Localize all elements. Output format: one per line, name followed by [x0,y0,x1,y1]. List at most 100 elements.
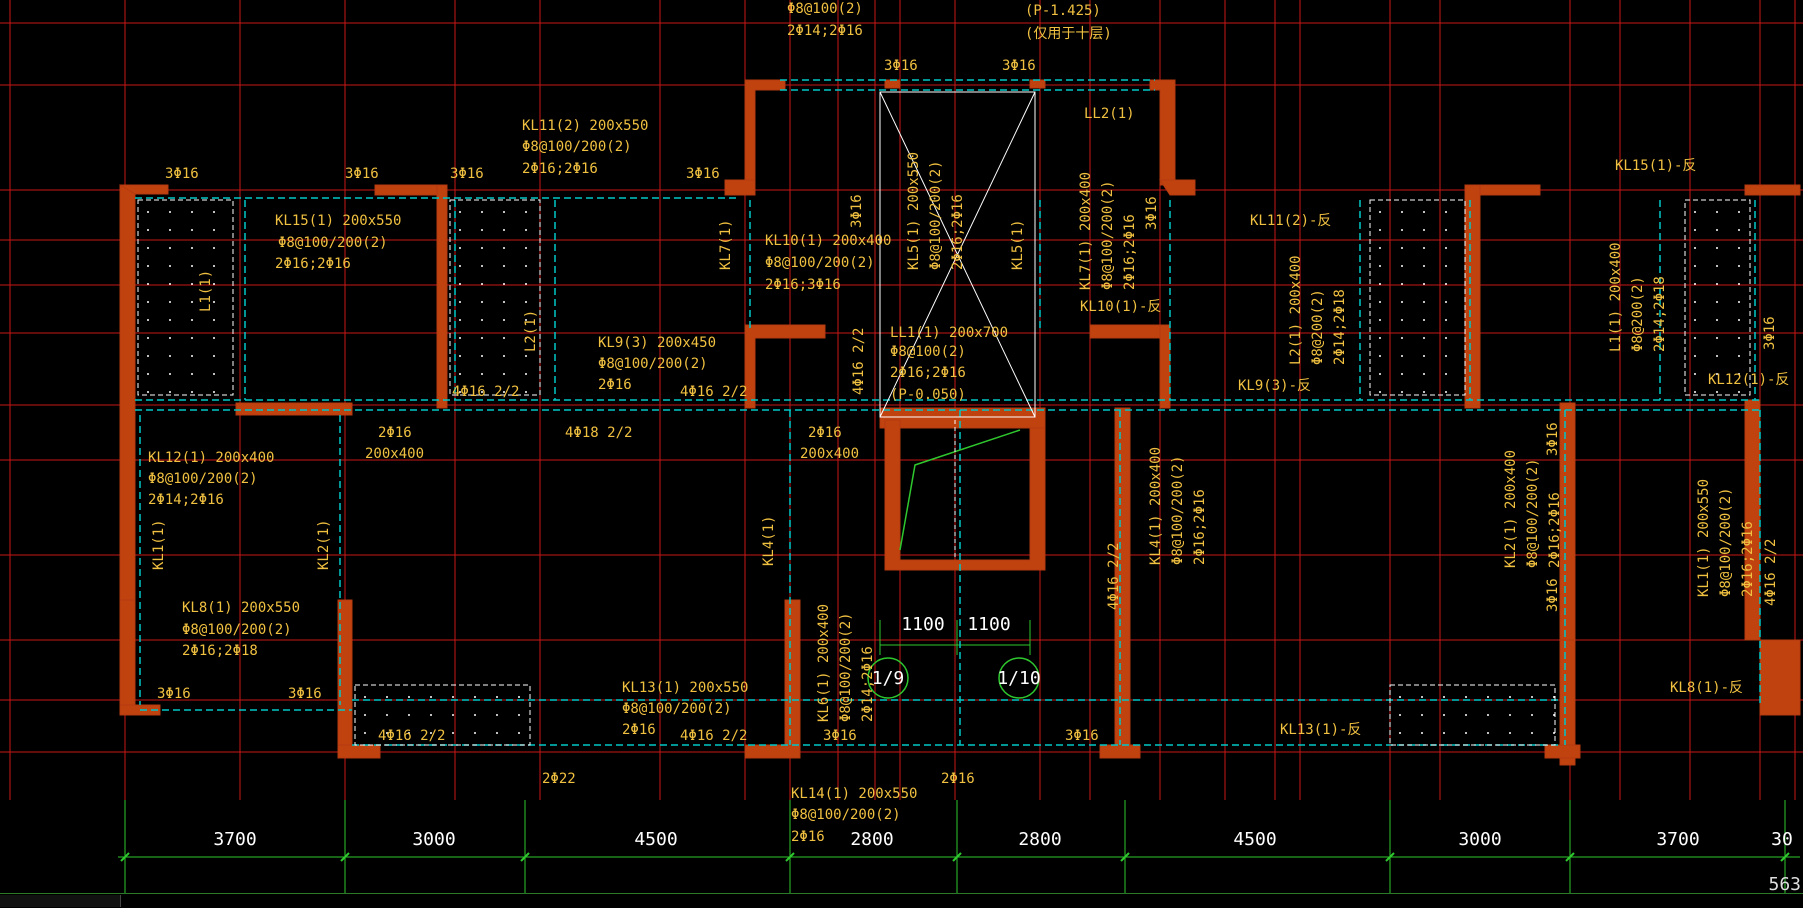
hatch-dot [481,265,483,267]
hatch-dot [191,211,193,213]
beam-label-vertical: KL4(1) 200x400 [1148,447,1164,565]
hatch-dot [525,391,527,393]
beam-label-vertical: KL5(1) 200x550 [906,152,922,270]
dimension-text: 2800 [1018,829,1061,850]
hatch-dot [1553,714,1555,716]
hatch-dot [459,265,461,267]
hatch-dot [459,355,461,357]
hatch-dot [1553,696,1555,698]
hatch-dot [1716,319,1718,321]
hatch-dot [1509,696,1511,698]
hatch-dot [191,355,193,357]
wall-segment [1544,744,1581,759]
hatch-dot [147,301,149,303]
hatch-dot [459,247,461,249]
hatch-dot [1738,211,1740,213]
beam-label-vertical: 2Φ16;2Φ16 [1740,521,1756,597]
hatch-dot [1445,283,1447,285]
hatch-dot [1738,337,1740,339]
beam-label: 2Φ16;2Φ16 [275,256,351,272]
beam-label: 2Φ16;2Φ16 [522,161,598,177]
hatch-dot [481,355,483,357]
wall-segment [374,184,448,196]
wall-segment [235,402,353,416]
hatch-dot [1716,283,1718,285]
beam-label-vertical: 4Φ16 2/2 [1763,539,1779,606]
beam-label: KL9(3) 200x450 [598,335,716,351]
beam-label: 2Φ16;3Φ16 [765,277,841,293]
hatch-dot [1694,391,1696,393]
hatch-dot [1465,714,1467,716]
hatch-dot [1401,391,1403,393]
hatch-dot [496,714,498,716]
hatch-dot [452,732,454,734]
beam-label: Φ8@100/200(2) [765,255,875,271]
cad-drawing-canvas[interactable]: Φ8@100(2) 2Φ14;2Φ16 (P-1.425) (仅用于十层) 3Φ16 3Φ… [0,0,1803,907]
hatch-dot [503,301,505,303]
beam-label: Φ8@100/200(2) [148,471,258,487]
hatch-dot [1421,732,1423,734]
hatch-dot [1401,373,1403,375]
beam-label: 4Φ16 2/2 [452,384,519,400]
hatch-dot [525,247,527,249]
hatch-dot [1738,229,1740,231]
hatch-dot [386,696,388,698]
hatch-dot [1465,696,1467,698]
wall-segment [744,324,826,409]
hatch-dot [1716,211,1718,213]
hatch-dot [1445,229,1447,231]
dimension-lines [118,620,1800,906]
hatch-dot [503,211,505,213]
beam-label: 4Φ16 2/2 [680,728,747,744]
hatch-dot [1401,319,1403,321]
hatch-dot [1423,211,1425,213]
hatch-dot [1445,319,1447,321]
beam-label-vertical: 2Φ16;2Φ16 [1547,492,1563,568]
dimension-text: 2800 [850,829,893,850]
beam-label-vertical: Φ8@100/200(2) [928,160,944,270]
layout-tab[interactable] [0,895,121,907]
beam-label: (仅用于十层) [1025,26,1112,42]
hatch-dot [1738,283,1740,285]
hatch-dot [364,714,366,716]
beam-label: KL12(1)-反 [1708,372,1789,388]
hatch-dot [1716,391,1718,393]
beam-label: 3Φ16 [165,166,199,182]
hatch-dot [503,355,505,357]
beam-label-vertical: 3Φ16 [1545,578,1561,612]
beam-label: 2Φ14;2Φ16 [148,492,224,508]
hatch-dot [169,391,171,393]
axis-bubble-label: 1/10 [997,668,1040,689]
beam-label: KL11(2) 200x550 [522,118,648,134]
hatch-dot [1423,337,1425,339]
hatch-dot [147,337,149,339]
hatch-dot [191,283,193,285]
hatch-dot [1509,714,1511,716]
beam-label-vertical: L2(1) 200x400 [1288,255,1304,365]
hatch-dot [1399,696,1401,698]
beam-label-vertical: KL1(1) [151,519,167,570]
hatch-dot [408,696,410,698]
hatch-dot [147,229,149,231]
hatch-dot [1445,301,1447,303]
hatch-dot [169,265,171,267]
wall-segment [744,744,801,759]
hatch-dot [459,319,461,321]
hatch-dot [525,301,527,303]
dimension-text: 3000 [412,829,455,850]
beam-label: 2Φ16 [791,829,825,845]
beam-label: KL10(1)-反 [1080,299,1161,315]
hatch-dot [213,247,215,249]
beam-label: Φ8@100(2) [787,1,863,17]
beam-label: 2Φ16 [808,425,842,441]
beam-label: 2Φ16 [598,377,632,393]
axis-bubble-label: 1/9 [872,668,905,689]
hatch-dot [503,283,505,285]
hatch-dot [1694,211,1696,213]
dimension-text: 3700 [1656,829,1699,850]
hatch-dot [1694,301,1696,303]
hatch-dot [1465,732,1467,734]
hatch-dot [1445,373,1447,375]
hatch-dot [503,337,505,339]
hatch-dot [191,391,193,393]
